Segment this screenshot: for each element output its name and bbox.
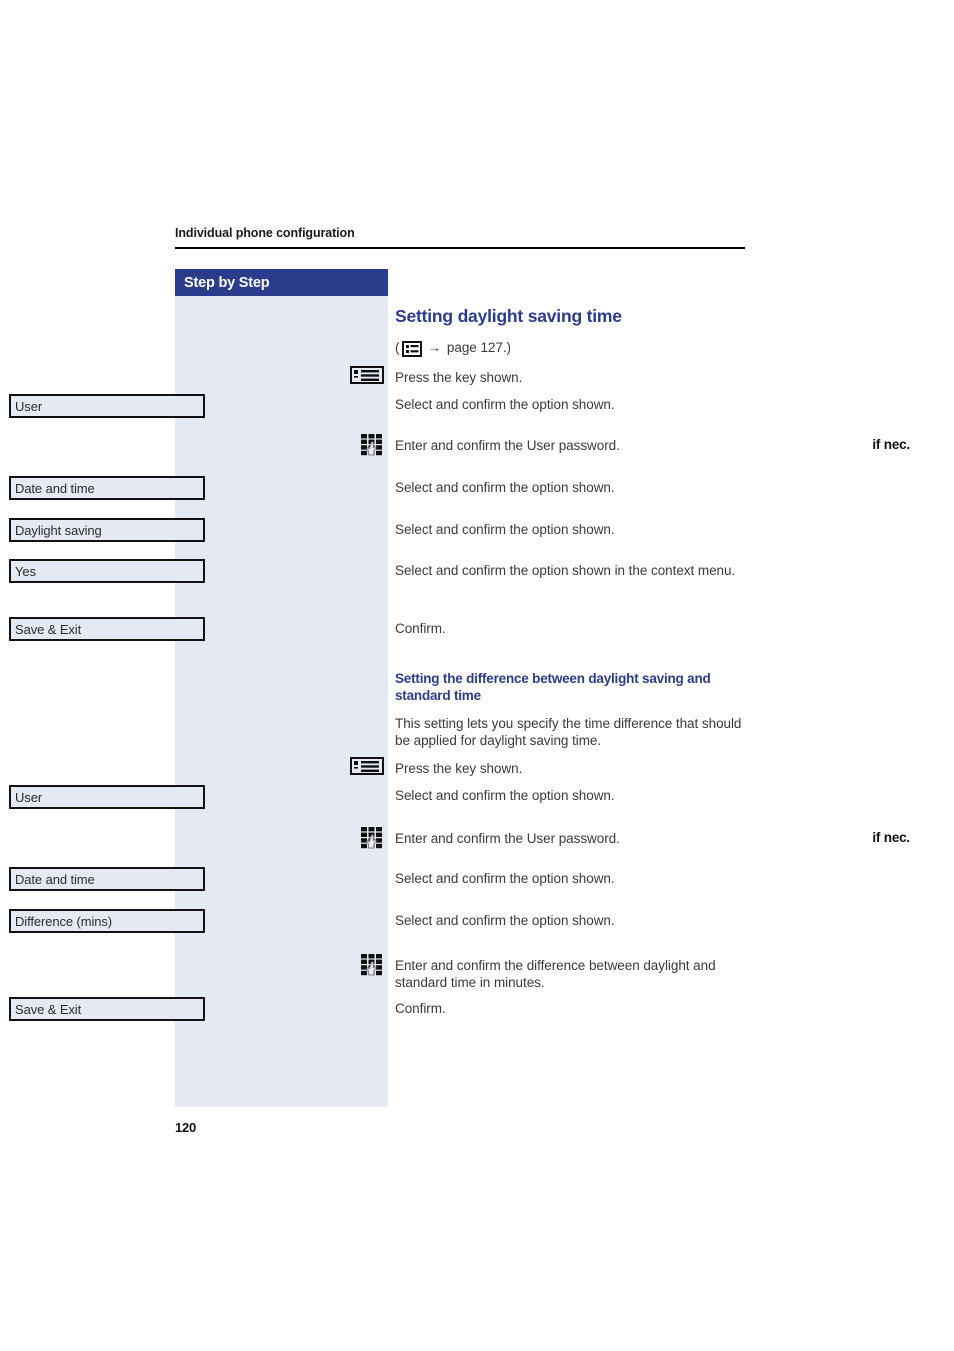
- page-number: 120: [175, 1120, 197, 1135]
- option-box-date-and-time[interactable]: Date and time: [9, 476, 205, 500]
- option-box-label: User: [15, 790, 43, 805]
- option-box-daylight-saving[interactable]: Daylight saving: [9, 518, 205, 542]
- option-box-save-and-exit[interactable]: Save & Exit: [9, 997, 205, 1021]
- option-box-label: Daylight saving: [15, 523, 102, 538]
- option-box-label: Save & Exit: [15, 622, 82, 637]
- step-text: Select and confirm the option shown.: [395, 480, 615, 495]
- option-box-label: Date and time: [15, 481, 95, 496]
- header-rule: [175, 247, 745, 249]
- if-nec-label: if nec.: [872, 437, 910, 452]
- step-by-step-panel: Step by Step: [175, 269, 388, 1107]
- running-header: Individual phone configuration: [175, 226, 747, 240]
- keypad-hand-icon[interactable]: [360, 953, 384, 977]
- step-text: Select and confirm the option shown.: [395, 871, 615, 886]
- if-nec-label: if nec.: [872, 830, 910, 845]
- page-ref-open-paren: (: [395, 340, 400, 355]
- section-heading-2: Setting the difference between daylight …: [395, 671, 711, 703]
- step-text: Select and confirm the option shown.: [395, 522, 615, 537]
- option-box-difference-mins[interactable]: Difference (mins): [9, 909, 205, 933]
- keypad-hand-icon[interactable]: [360, 433, 384, 457]
- page-reference: ( → page 127.): [395, 339, 511, 357]
- step-text: Press the key shown.: [395, 370, 523, 385]
- step-text: Select and confirm the option shown.: [395, 397, 615, 412]
- step-text: Select and confirm the option shown.: [395, 913, 615, 928]
- step-text: Press the key shown.: [395, 761, 523, 776]
- page-ref-arrow: →: [427, 340, 441, 355]
- page-ref-text: page 127.): [446, 340, 511, 355]
- step-text: Enter and confirm the difference between…: [395, 958, 716, 990]
- section-heading-1: Setting daylight saving time: [395, 306, 622, 326]
- option-box-user[interactable]: User: [9, 394, 205, 418]
- settings-key-icon[interactable]: [350, 366, 384, 384]
- step-text: Confirm.: [395, 1001, 446, 1016]
- step-text: Confirm.: [395, 621, 446, 636]
- option-box-save-and-exit[interactable]: Save & Exit: [9, 617, 205, 641]
- running-header-text: Individual phone configuration: [175, 226, 355, 240]
- document-page: Individual phone configuration Step by S…: [0, 0, 954, 1351]
- section-intro-text: This setting lets you specify the time d…: [395, 716, 742, 748]
- option-box-yes[interactable]: Yes: [9, 559, 205, 583]
- option-box-label: Difference (mins): [15, 914, 113, 929]
- step-text: Select and confirm the option shown.: [395, 788, 615, 803]
- option-box-label: Date and time: [15, 872, 95, 887]
- option-box-label: Yes: [15, 564, 36, 579]
- settings-key-icon[interactable]: [350, 757, 384, 775]
- step-text: Enter and confirm the User password.: [395, 831, 620, 846]
- option-box-user[interactable]: User: [9, 785, 205, 809]
- option-box-label: User: [15, 399, 43, 414]
- keypad-hand-icon[interactable]: [360, 826, 384, 850]
- options-list-icon: [402, 341, 423, 357]
- step-text: Enter and confirm the User password.: [395, 438, 620, 453]
- option-box-date-and-time[interactable]: Date and time: [9, 867, 205, 891]
- step-text: Select and confirm the option shown in t…: [395, 563, 736, 578]
- step-by-step-title: Step by Step: [184, 275, 270, 291]
- option-box-label: Save & Exit: [15, 1002, 82, 1017]
